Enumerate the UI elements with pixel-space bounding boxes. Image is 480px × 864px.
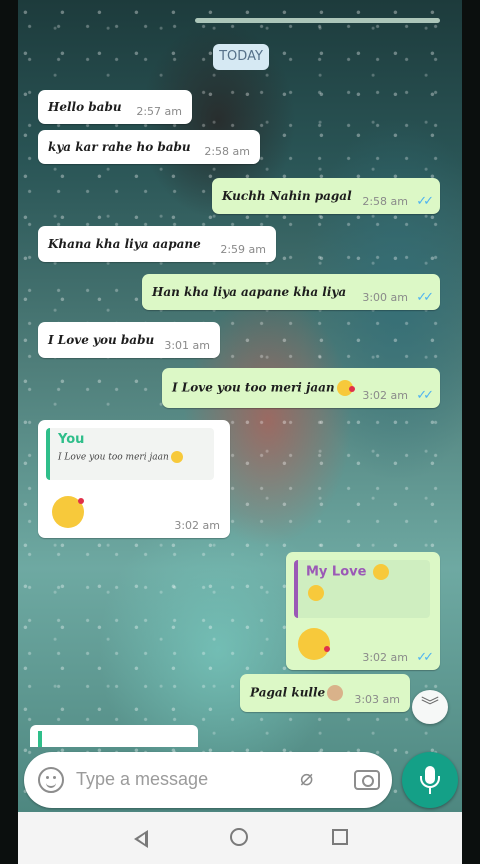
message-time: 3:01 am [164,339,210,352]
kiss-emoji-icon [298,628,330,660]
reply-sender: You [58,432,85,447]
message-text: Hello babu [48,100,122,114]
message-bubble[interactable]: I Love you too meri jaan 3:02 am ✓✓ [162,368,440,408]
read-ticks-icon: ✓✓ [416,290,434,305]
read-ticks-icon: ✓✓ [416,388,434,403]
emoji-icon[interactable] [38,767,64,793]
kiss-emoji-icon [170,451,183,463]
message-composer: Type a message ⌀ [24,752,392,808]
message-bubble[interactable]: Han kha liya aapane kha liya 3:00 am ✓✓ [142,274,440,310]
message-time: 3:02 am [362,389,408,402]
hearts-face-emoji-icon [308,584,324,601]
message-text-content: I Love you too meri jaan [172,380,335,395]
message-time: 3:00 am [362,291,408,304]
reply-sender-name: My Love [306,564,367,580]
quoted-reply[interactable]: My Love [294,560,430,618]
message-time: 2:59 am [220,243,266,256]
hearts-face-emoji-icon [52,496,84,528]
reply-sender: My Love [306,564,422,580]
kiss-emoji-icon [372,564,389,580]
reply-text: I Love you too meri jaan [58,451,206,463]
message-bubble[interactable]: I Love you babu 3:01 am [38,322,220,358]
reply-text-content: I Love you too meri jaan [58,452,169,463]
message-text: I Love you babu [48,333,155,347]
message-time: 3:03 am [354,693,400,706]
top-bar-edge [195,18,440,23]
message-bubble[interactable]: Hello babu 2:57 am [38,90,192,124]
message-bubble[interactable]: Khana kha liya aapane 2:59 am [38,226,276,262]
message-text: Han kha liya aapane kha liya [152,285,347,299]
reply-message-bubble[interactable]: You I Love you too meri jaan 3:02 am [38,420,230,538]
read-ticks-icon: ✓✓ [416,650,434,665]
message-bubble[interactable]: Pagal kulle 3:03 am [240,674,410,712]
back-icon[interactable] [134,830,148,848]
message-text: kya kar rahe ho babu [48,140,191,154]
recents-icon[interactable] [332,829,348,845]
message-text: Pagal kulle [250,685,344,701]
message-text: Khana kha liya aapane [48,237,201,251]
mic-button[interactable] [402,752,458,808]
kiss-emoji-icon [336,380,355,396]
message-text: I Love you too meri jaan [172,380,355,396]
paperclip-icon[interactable]: ⌀ [300,766,324,794]
message-text: Kuchh Nahin pagal [222,189,352,203]
camera-icon[interactable] [354,770,380,790]
read-ticks-icon: ✓✓ [416,194,434,209]
frame-left [0,0,18,864]
frame-right [462,0,480,864]
message-time: 2:58 am [204,145,250,158]
partial-message-bubble [30,725,198,747]
scroll-down-button[interactable]: ︾ [412,690,448,724]
date-chip: TODAY [213,44,269,70]
quoted-reply[interactable]: You I Love you too meri jaan [46,428,214,480]
reply-message-bubble[interactable]: My Love 3:02 am ✓✓ [286,552,440,670]
message-bubble[interactable]: Kuchh Nahin pagal 2:58 am ✓✓ [212,178,440,214]
message-time: 2:57 am [136,105,182,118]
message-time: 3:02 am [174,519,220,532]
double-chevron-down-icon: ︾ [421,696,439,717]
message-text-content: Pagal kulle [250,685,326,700]
message-time: 2:58 am [362,195,408,208]
chat-screen: TODAY Hello babu 2:57 am kya kar rahe ho… [0,0,480,864]
message-input[interactable]: Type a message [76,769,208,790]
home-icon[interactable] [230,828,248,846]
dog-emoji-icon [327,685,344,701]
system-nav-bar [18,812,462,864]
message-time: 3:02 am [362,651,408,664]
message-bubble[interactable]: kya kar rahe ho babu 2:58 am [38,130,260,164]
